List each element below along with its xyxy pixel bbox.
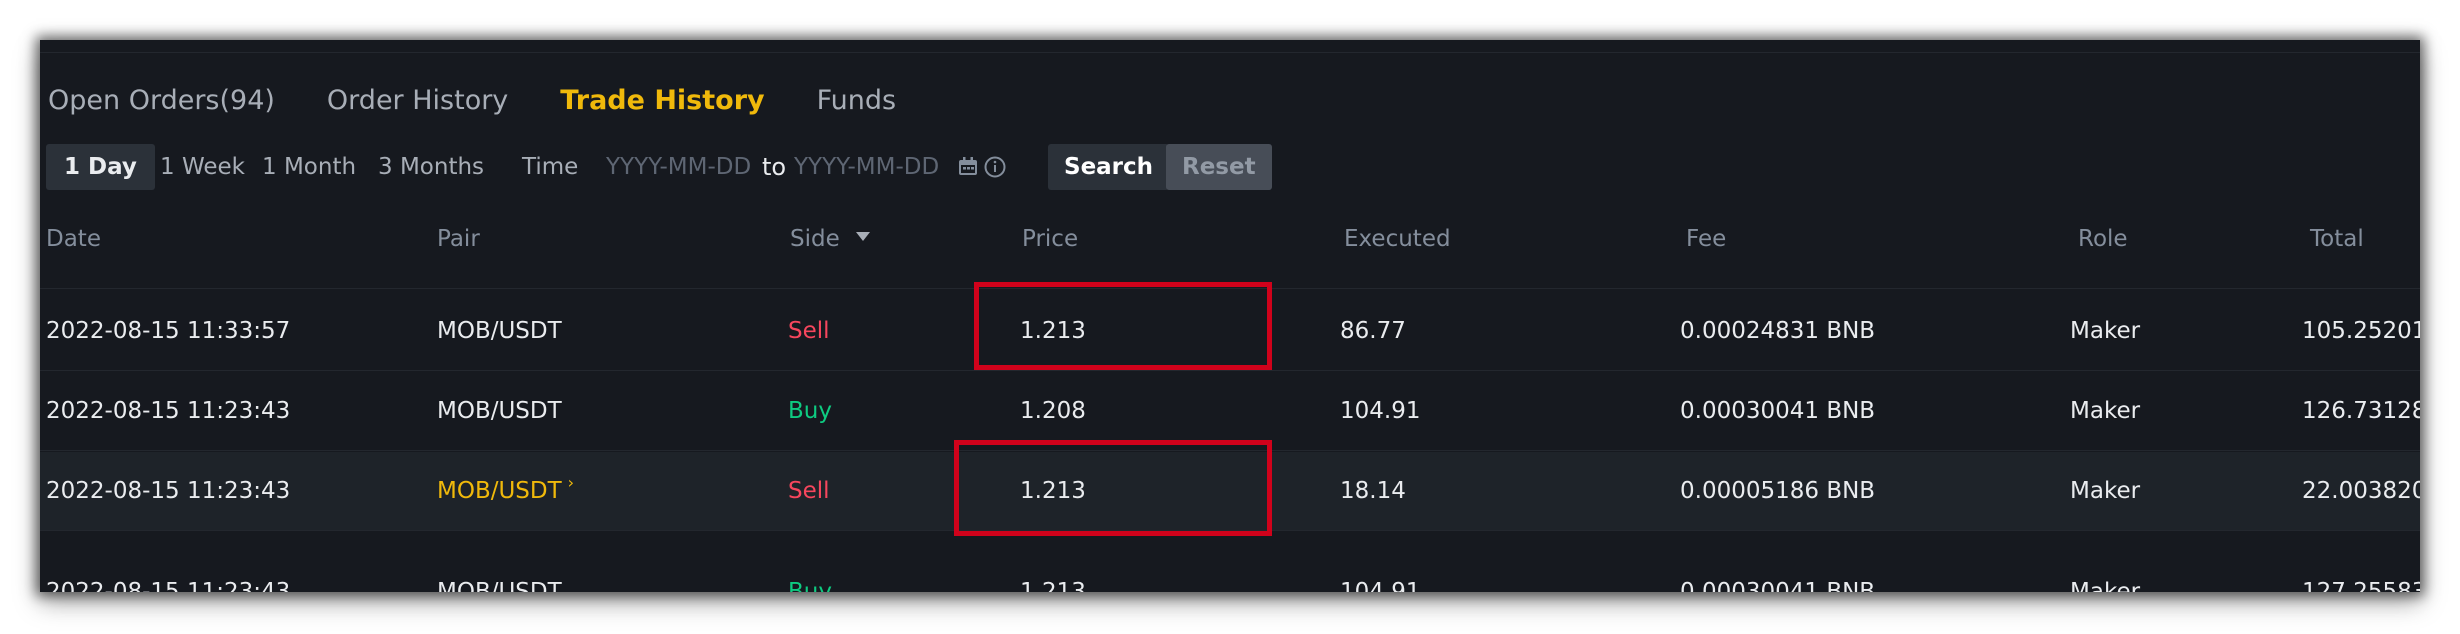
filter-bar: 1 Day 1 Week 1 Month 3 Months Time YYYY-… [46, 144, 1346, 190]
column-header-pair: Pair [437, 226, 480, 252]
row-total: 126.73128 [2302, 398, 2420, 424]
column-header-date: Date [46, 226, 101, 252]
range-1-month-button[interactable]: 1 Month [262, 144, 356, 190]
column-header-executed: Executed [1344, 226, 1451, 252]
row-fee: 0.00030041 BNB [1680, 579, 1876, 592]
row-side: Sell [788, 478, 830, 504]
table-row-partial[interactable]: 2022-08-15 11:23:43 MOB/USDT Buy 1.213 1… [40, 556, 2420, 592]
row-executed: 104.91 [1340, 398, 1421, 424]
row-executed: 104.91 [1340, 579, 1421, 592]
tab-order-history[interactable]: Order History [327, 78, 508, 124]
row-date: 2022-08-15 11:23:43 [46, 579, 291, 592]
row-pair-link[interactable]: MOB/USDT › [437, 452, 574, 532]
row-role: Maker [2070, 478, 2141, 504]
row-total: 22.003820 [2302, 478, 2420, 504]
table-row-hovered[interactable]: 2022-08-15 11:23:43 MOB/USDT › Sell 1.213… [40, 452, 2420, 531]
row-role: Maker [2070, 398, 2141, 424]
row-total: 105.25201 [2302, 318, 2420, 344]
row-date: 2022-08-15 11:33:57 [46, 318, 291, 344]
row-price: 1.213 [1020, 318, 1086, 344]
sort-caret-icon[interactable] [855, 232, 870, 241]
column-header-fee: Fee [1686, 226, 1727, 252]
reset-button[interactable]: Reset [1166, 144, 1272, 190]
row-role: Maker [2070, 579, 2141, 592]
search-button[interactable]: Search [1048, 144, 1170, 190]
range-3-months-button[interactable]: 3 Months [378, 144, 484, 190]
row-total: 127.25583 [2302, 579, 2420, 592]
row-executed: 18.14 [1340, 478, 1406, 504]
to-label: to [762, 153, 787, 181]
row-side: Buy [788, 579, 832, 592]
time-label: Time [522, 154, 579, 180]
trade-history-panel: Open Orders(94) Order History Trade Hist… [40, 40, 2420, 592]
table-row[interactable]: 2022-08-15 11:23:43 MOB/USDT Buy 1.208 1… [40, 372, 2420, 451]
row-price: 1.213 [1020, 579, 1086, 592]
row-fee: 0.00005186 BNB [1680, 478, 1876, 504]
column-header-side-label: Side [790, 226, 840, 252]
row-side: Sell [788, 318, 830, 344]
row-pair: MOB/USDT [437, 579, 562, 592]
end-date-input[interactable]: YYYY-MM-DD [794, 144, 939, 190]
tab-funds[interactable]: Funds [817, 78, 896, 124]
tab-bar: Open Orders(94) Order History Trade Hist… [48, 78, 948, 124]
chevron-right-icon: › [567, 473, 575, 492]
calendar-icon[interactable] [958, 157, 978, 176]
tab-open-orders[interactable]: Open Orders(94) [48, 78, 275, 124]
table-row[interactable]: 2022-08-15 11:33:57 MOB/USDT Sell 1.213 … [40, 292, 2420, 371]
tab-trade-history[interactable]: Trade History [560, 78, 764, 124]
row-price: 1.213 [1020, 478, 1086, 504]
row-pair: MOB/USDT [437, 318, 562, 344]
row-price: 1.208 [1020, 398, 1086, 424]
column-header-price: Price [1022, 226, 1079, 252]
start-date-input[interactable]: YYYY-MM-DD [606, 144, 751, 190]
row-role: Maker [2070, 318, 2141, 344]
top-divider [40, 40, 2420, 53]
range-1-week-button[interactable]: 1 Week [160, 144, 245, 190]
row-side: Buy [788, 398, 832, 424]
row-date: 2022-08-15 11:23:43 [46, 478, 291, 504]
column-header-total: Total [2310, 226, 2364, 252]
header-divider [40, 288, 2420, 289]
range-1-day-button[interactable]: 1 Day [46, 144, 155, 190]
column-header-side[interactable]: Side [790, 226, 870, 252]
column-header-role: Role [2078, 226, 2128, 252]
row-fee: 0.00030041 BNB [1680, 398, 1876, 424]
row-fee: 0.00024831 BNB [1680, 318, 1876, 344]
info-icon[interactable] [984, 156, 1006, 178]
row-executed: 86.77 [1340, 318, 1406, 344]
row-pair-label: MOB/USDT [437, 478, 562, 504]
row-date: 2022-08-15 11:23:43 [46, 398, 291, 424]
row-pair: MOB/USDT [437, 398, 562, 424]
